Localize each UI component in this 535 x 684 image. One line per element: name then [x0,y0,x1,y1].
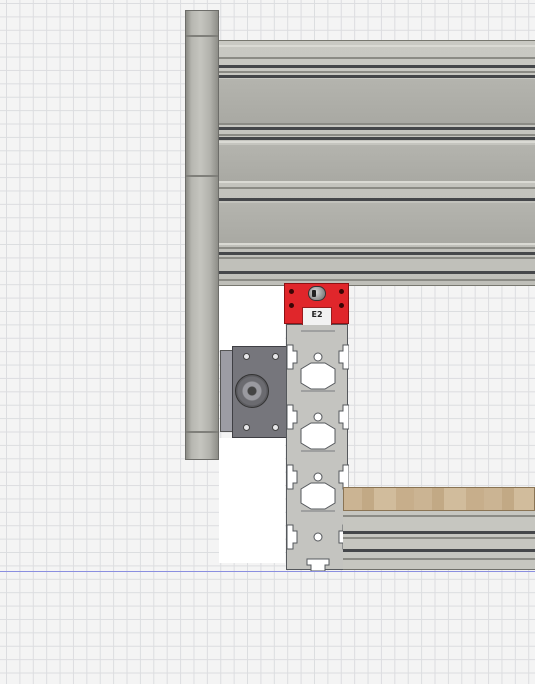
bolt-icon [243,353,250,360]
horizontal-extrusion[interactable] [218,40,535,286]
shadow-region [219,286,285,350]
bolt-icon [272,353,279,360]
bolt-icon [243,424,250,431]
bearing-boss [235,374,269,408]
vertical-profile[interactable] [286,324,349,571]
screw-hole-icon [339,289,344,294]
shadow-region [219,438,285,563]
lower-extrusion[interactable] [343,511,535,570]
end-cap[interactable]: E2 [284,283,349,325]
vertical-plate[interactable] [185,10,219,460]
screw-hole-icon [339,303,344,308]
wood-panel[interactable] [343,487,535,511]
cad-viewport[interactable]: E2 [0,0,535,684]
end-cap-label: E2 [311,310,323,319]
adjuster-knob-icon [308,286,326,301]
ground-plane-line [0,571,535,572]
motor-mount[interactable] [232,346,288,438]
bolt-icon [272,424,279,431]
screw-hole-icon [289,289,294,294]
screw-hole-icon [289,303,294,308]
